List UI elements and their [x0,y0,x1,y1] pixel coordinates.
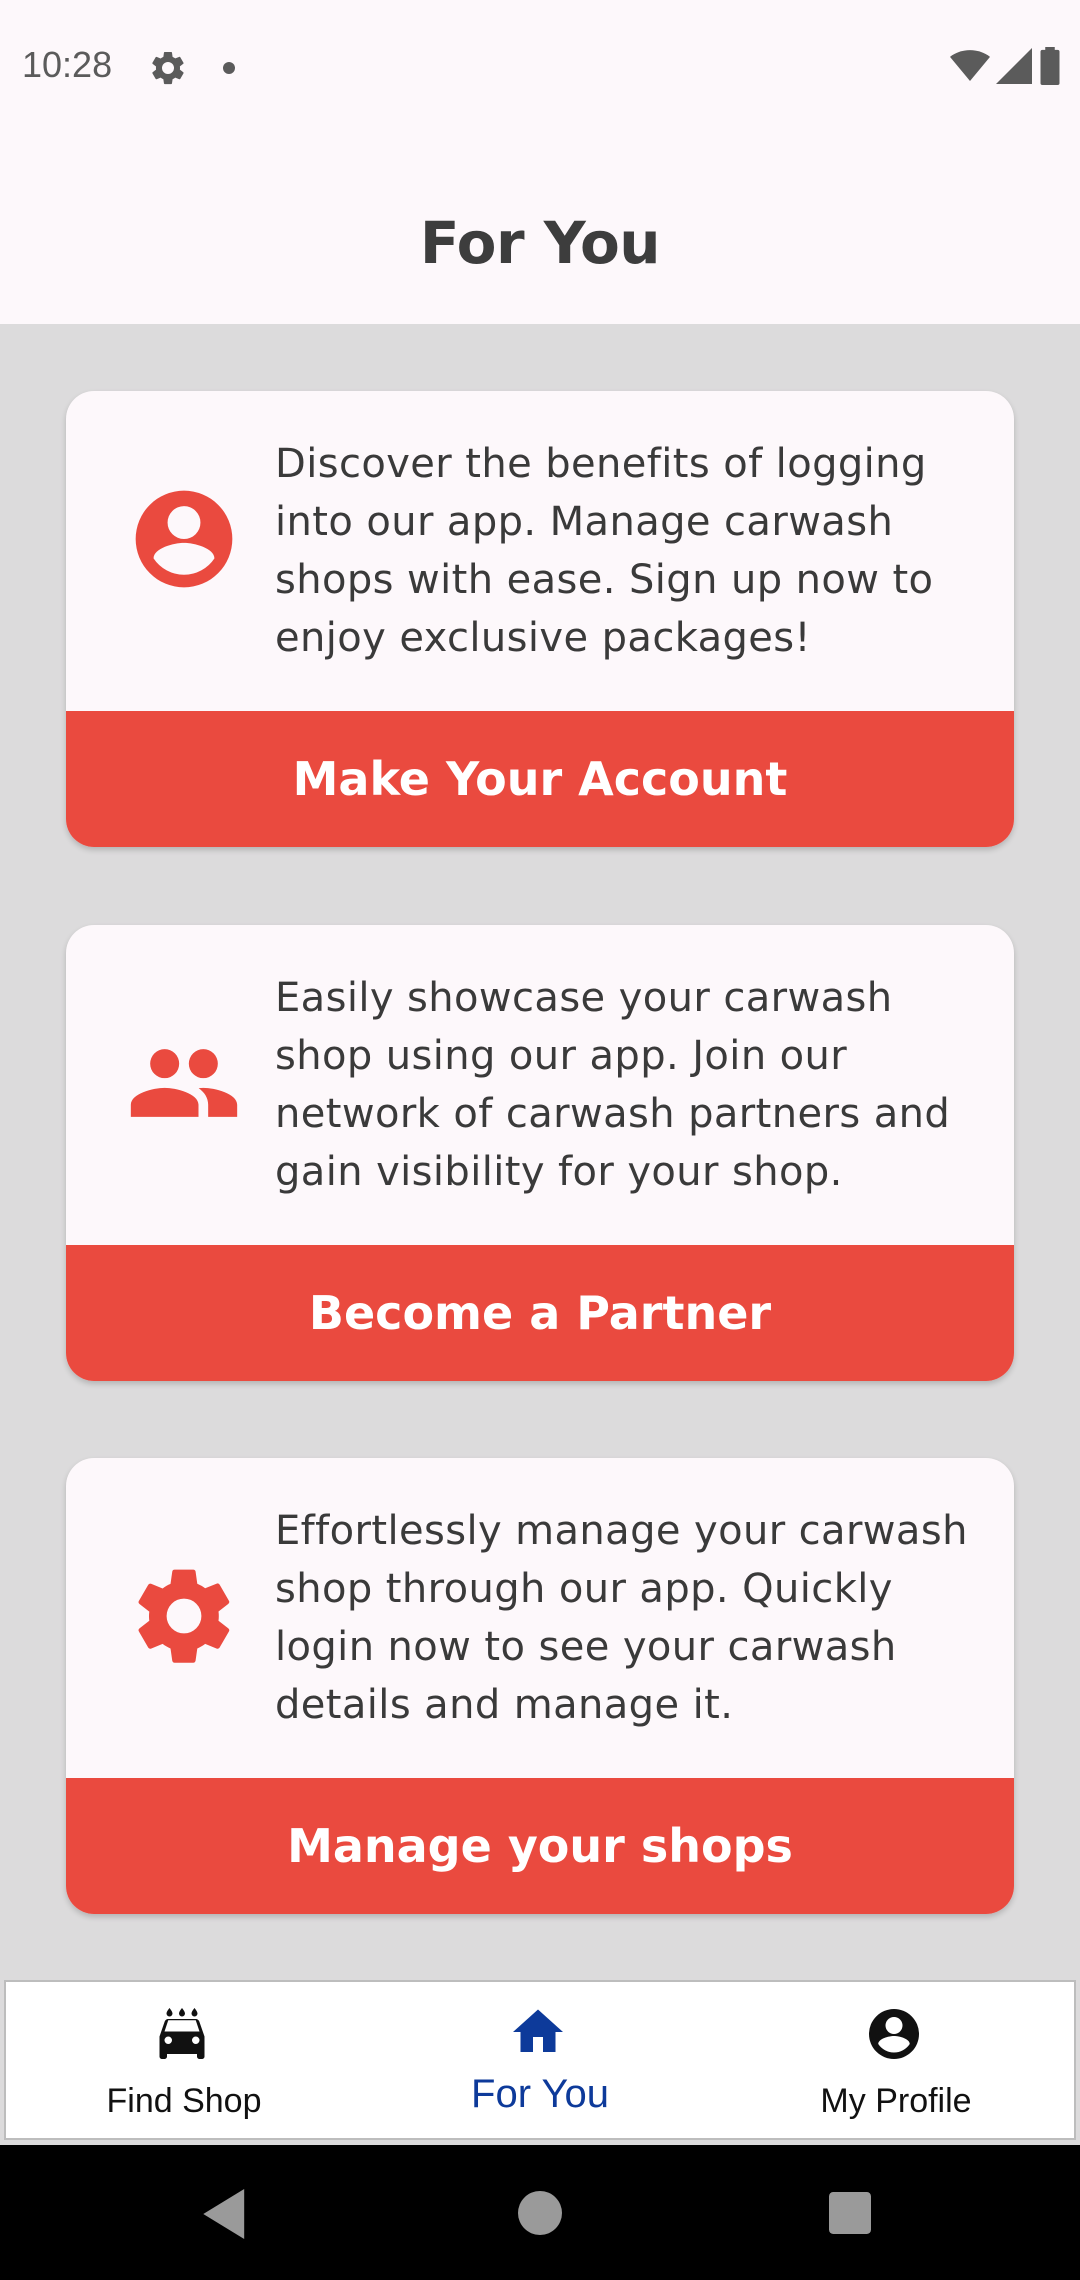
settings-gear-icon [152,51,184,85]
page-title: For You [419,209,661,277]
nav-label-for-you: For You [471,2072,609,2116]
back-icon[interactable] [203,2189,249,2239]
nav-item-find-shop[interactable]: Find Shop [6,1982,362,2138]
battery-icon [1040,47,1060,85]
nav-label-my-profile: My Profile [820,2082,972,2120]
gear-icon [138,1569,230,1663]
account-circle-icon [135,490,233,588]
create-account-card: Discover the benefits of logging into ou… [66,391,1014,847]
manage-shops-card: Effortlessly manage your carwash shop th… [66,1458,1014,1914]
home-icon [513,2009,563,2052]
system-navigation-bar [0,2145,1080,2280]
notification-dot-icon [223,62,235,74]
home-circle-icon[interactable] [518,2191,562,2235]
recents-square-icon[interactable] [829,2192,871,2234]
status-bar: 10:28 [0,0,1080,136]
nav-item-for-you[interactable]: For You [362,1982,718,2138]
status-indicators [950,46,1062,86]
people-icon [130,1049,238,1117]
make-account-button[interactable]: Make Your Account [66,711,1014,847]
status-time: 10:28 [22,44,113,85]
account-circle-icon [869,2009,919,2059]
cell-signal-icon [996,48,1032,84]
wifi-icon [950,50,990,81]
car-wash-icon [159,2008,205,2059]
manage-shops-button[interactable]: Manage your shops [66,1778,1014,1914]
become-partner-button[interactable]: Become a Partner [66,1245,1014,1381]
card-description: Effortlessly manage your carwash shop th… [275,1508,968,1728]
app-header: For You [0,136,1080,324]
become-partner-card: Easily showcase your carwash shop using … [66,925,1014,1381]
card-description: Easily showcase your carwash shop using … [275,975,951,1195]
nav-item-my-profile[interactable]: My Profile [718,1982,1074,2138]
card-description: Discover the benefits of logging into ou… [275,441,934,661]
bottom-navigation: Find Shop For You My Profile [4,1980,1076,2140]
nav-label-find-shop: Find Shop [106,2082,262,2120]
